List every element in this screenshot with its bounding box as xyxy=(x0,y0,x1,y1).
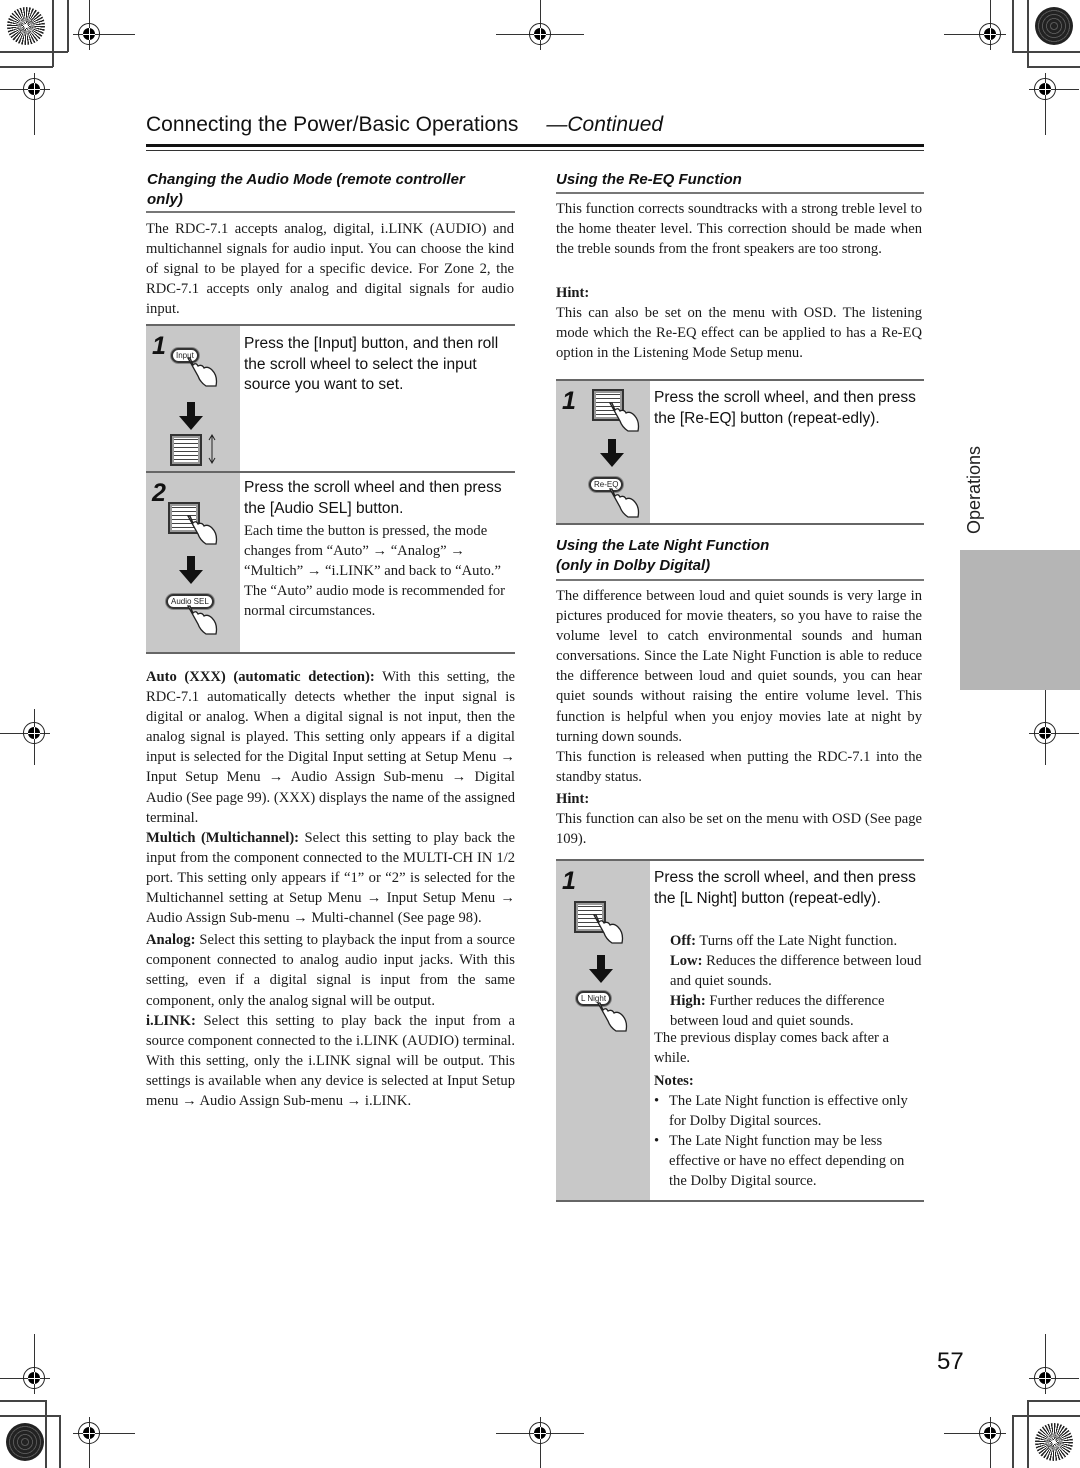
after-text: The previous display comes back after a … xyxy=(654,1030,890,1066)
pointing-hand-icon xyxy=(596,1002,628,1032)
starburst-target-icon xyxy=(1035,1423,1073,1461)
arrow-down-icon xyxy=(600,439,624,467)
step-instruction: Press the [Input] button, and then roll … xyxy=(244,335,499,393)
page-number: 57 xyxy=(937,1348,964,1375)
mode-low: Low: Reduces the difference between loud… xyxy=(670,951,924,991)
option-text: With this setting, the RDC-7.1 automatic… xyxy=(146,669,516,826)
section-rule xyxy=(556,192,924,194)
intro-text: The difference between loud and quiet so… xyxy=(556,588,922,745)
scroll-wheel-icon xyxy=(170,434,202,466)
note-item: The Late Night function is effective onl… xyxy=(654,1091,922,1131)
heading-line: (only in Dolby Digital) xyxy=(556,557,711,574)
step-instruction: Press the scroll wheel and then press th… xyxy=(244,479,502,517)
page-header: Connecting the Power/Basic Operations —Co… xyxy=(146,113,663,137)
pointing-hand-icon xyxy=(592,914,624,944)
hint-label: Hint: xyxy=(556,790,590,807)
step-number: 1 xyxy=(152,332,166,360)
mode-term: Low: xyxy=(670,953,703,969)
option-analog: Analog: Select this setting to playback … xyxy=(146,930,515,1010)
re-eq-intro: This function corrects soundtracks with … xyxy=(556,201,922,258)
option-term: i.LINK: xyxy=(146,1012,196,1029)
option-term: Multich (Multichannel): xyxy=(146,829,300,846)
late-night-step: 1 L Night Press the scroll wheel, and th… xyxy=(556,859,924,1202)
header-rule-thin xyxy=(146,150,924,151)
notes-list: The Late Night function is effective onl… xyxy=(654,1091,922,1191)
step-instruction: Press the scroll wheel, and then press t… xyxy=(654,389,916,427)
audio-mode-options: Auto (XXX) (automatic detection): With t… xyxy=(146,667,515,1111)
re-eq-heading: Using the Re-EQ Function xyxy=(556,171,742,188)
section-rule xyxy=(556,579,924,581)
option-multich: Multich (Multichannel): Select this sett… xyxy=(146,828,515,928)
late-night-heading: Using the Late Night Function (only in D… xyxy=(556,536,924,576)
hint-label: Hint: xyxy=(556,285,590,301)
pointing-hand-icon xyxy=(186,515,218,545)
note-item: The Late Night function may be less effe… xyxy=(654,1131,922,1191)
pointing-hand-icon xyxy=(186,357,218,387)
mode-text: Turns off the Late Night function. xyxy=(695,933,898,949)
mode-text: Reduces the difference between loud and … xyxy=(670,953,922,989)
step-detail: Each time the button is pressed, the mod… xyxy=(244,523,505,619)
continued-label: —Continued xyxy=(546,113,664,136)
pointing-hand-icon xyxy=(608,402,640,432)
heading-line: Using the Late Night Function xyxy=(556,537,770,554)
header-rule xyxy=(146,144,924,147)
step-number: 1 xyxy=(562,387,576,415)
arrow-down-icon xyxy=(179,402,203,430)
side-tab-label: Operations xyxy=(964,445,984,534)
notes-label: Notes: xyxy=(654,1073,694,1089)
mode-off: Off: Turns off the Late Night function. xyxy=(670,931,924,951)
option-term: Auto (XXX) (automatic detection): xyxy=(146,669,375,685)
ring-target-icon xyxy=(1035,7,1073,45)
option-text: Select this setting to playback the inpu… xyxy=(146,932,515,1009)
pointing-hand-icon xyxy=(186,605,218,635)
pointing-hand-icon xyxy=(608,488,640,518)
step-instruction: Press the scroll wheel, and then press t… xyxy=(654,869,916,907)
step-number: 1 xyxy=(562,867,576,895)
option-text: Select this setting to play back the inp… xyxy=(146,1012,515,1109)
release-text: This function is released when putting t… xyxy=(556,748,922,785)
mode-term: Off: xyxy=(670,933,696,949)
re-eq-hint: Hint: This can also be set on the menu w… xyxy=(556,283,922,363)
audio-mode-steps: 1 Input Press the [Input] button, and th… xyxy=(146,324,515,654)
arrow-down-icon xyxy=(179,556,203,584)
arrow-down-icon xyxy=(589,955,613,983)
option-ilink: i.LINK: Select this setting to play back… xyxy=(146,1011,515,1111)
starburst-target-icon xyxy=(7,7,45,45)
step-number: 2 xyxy=(152,479,166,507)
heading-line: only) xyxy=(147,191,183,208)
side-tab xyxy=(960,550,1080,690)
re-eq-step: 1 Re-EQ Press the scroll wheel, and then… xyxy=(556,379,924,525)
mode-high: High: Further reduces the difference bet… xyxy=(670,991,924,1031)
mode-term: High: xyxy=(670,993,706,1009)
late-night-modes: Off: Turns off the Late Night function. … xyxy=(670,931,924,1031)
audio-mode-heading: Changing the Audio Mode (remote controll… xyxy=(147,170,517,210)
audio-mode-intro: The RDC-7.1 accepts analog, digital, i.L… xyxy=(146,221,514,318)
late-night-notes: Notes: The Late Night function is effect… xyxy=(654,1071,922,1191)
hint-text: This function can also be set on the men… xyxy=(556,811,922,848)
ring-target-icon xyxy=(6,1423,44,1461)
hint-text: This can also be set on the menu with OS… xyxy=(556,305,922,362)
section-rule xyxy=(146,211,515,213)
option-auto: Auto (XXX) (automatic detection): With t… xyxy=(146,667,515,828)
step-divider xyxy=(146,471,515,473)
page-title: Connecting the Power/Basic Operations xyxy=(146,113,519,136)
late-night-intro: The difference between loud and quiet so… xyxy=(556,586,922,849)
up-down-arrow-icon xyxy=(208,434,216,464)
heading-line: Changing the Audio Mode (remote controll… xyxy=(147,171,465,188)
option-term: Analog: xyxy=(146,932,196,949)
